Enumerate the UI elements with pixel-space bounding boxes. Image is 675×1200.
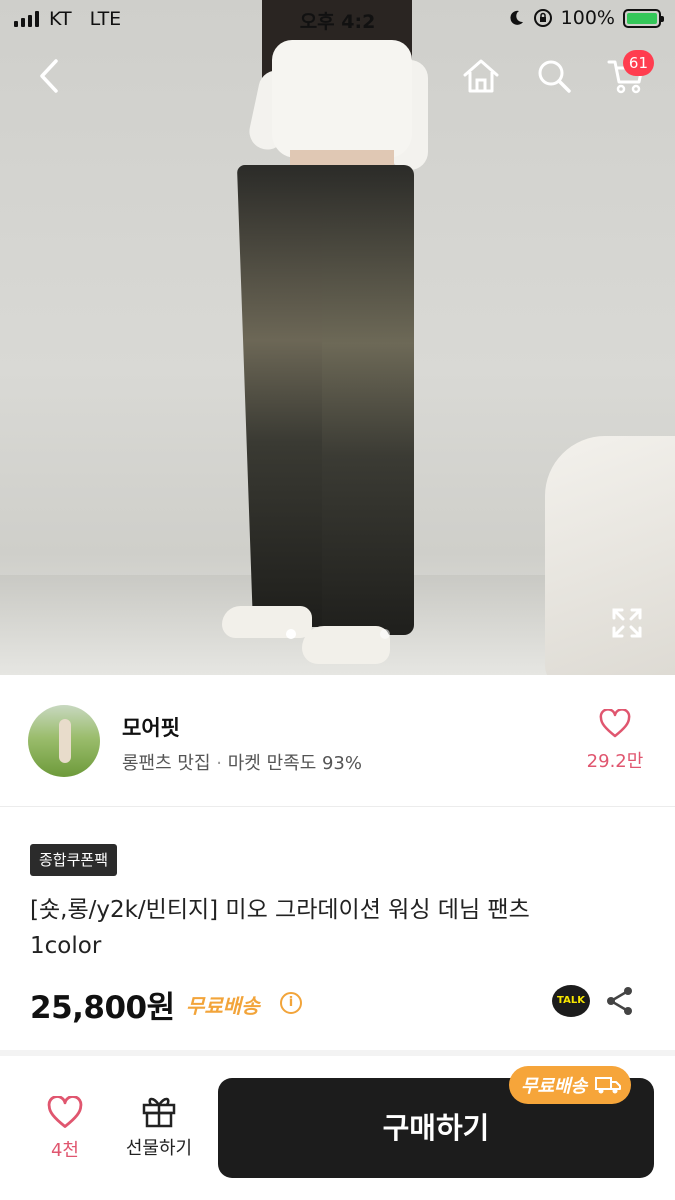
gallery-indicator xyxy=(0,629,675,639)
store-like-count: 29.2만 xyxy=(586,751,644,772)
expand-icon[interactable] xyxy=(610,606,644,640)
store-like-button[interactable]: 29.2만 xyxy=(583,709,647,773)
gift-label: 선물하기 xyxy=(125,1138,193,1159)
orientation-lock-icon xyxy=(533,9,552,27)
back-button[interactable] xyxy=(26,52,74,100)
seller-avatar[interactable] xyxy=(28,705,100,777)
product-like-button[interactable]: 4천 xyxy=(30,1096,100,1162)
product-title: [숏,롱/y2k/빈티지] 미오 그라데이션 워싱 데님 팬츠 1color xyxy=(30,892,650,964)
free-shipping-badge-label: 무료배송 xyxy=(521,1076,588,1097)
status-right: 100% xyxy=(507,7,664,29)
cart-count-badge: 61 xyxy=(622,50,654,76)
battery-percent: 100% xyxy=(560,7,615,29)
battery-icon xyxy=(623,8,664,28)
heart-icon xyxy=(599,709,631,738)
truck-icon xyxy=(595,1077,622,1094)
gallery-dot[interactable] xyxy=(379,629,390,639)
info-icon[interactable]: i xyxy=(280,992,302,1014)
gift-icon xyxy=(142,1097,176,1128)
home-button[interactable] xyxy=(457,52,505,100)
product-title-line: 1color xyxy=(30,933,102,959)
free-shipping-label: 무료배송 xyxy=(186,994,260,1018)
gallery-dot-active[interactable] xyxy=(285,629,296,639)
free-shipping-badge: 무료배송 xyxy=(509,1066,632,1104)
cart-button[interactable]: 61 xyxy=(602,50,654,100)
photo-jeans-leg xyxy=(322,165,414,635)
seller-satisfaction: 마켓 만족도 93% xyxy=(227,753,362,774)
product-price: 25,800원 xyxy=(30,990,175,1026)
heart-icon xyxy=(47,1096,83,1128)
kakao-talk-icon[interactable]: TALK xyxy=(552,985,590,1017)
gift-button[interactable]: 선물하기 xyxy=(116,1094,202,1160)
seller-category: 롱팬츠 맛집 xyxy=(122,753,211,774)
share-icon[interactable] xyxy=(604,985,636,1017)
product-title-line: [숏,롱/y2k/빈티지] 미오 그라데이션 워싱 데님 팬츠 xyxy=(30,897,530,923)
coupon-tag[interactable]: 종합쿠폰팩 xyxy=(30,844,118,876)
seller-name[interactable]: 모어핏 xyxy=(122,712,180,742)
search-button[interactable] xyxy=(530,52,578,100)
moon-icon xyxy=(510,10,523,25)
search-icon xyxy=(538,60,571,93)
status-bar: KT LTE 오후 4:2 100% xyxy=(0,0,675,36)
product-like-count: 4천 xyxy=(50,1140,79,1161)
home-icon xyxy=(463,59,499,93)
avatar-figure xyxy=(59,719,71,763)
seller-separator: · xyxy=(216,753,222,774)
seller-subtitle: 롱팬츠 맛집 · 마켓 만족도 93% xyxy=(122,749,362,775)
seller-row[interactable]: 모어핏 롱팬츠 맛집 · 마켓 만족도 93% 29.2만 xyxy=(0,675,675,807)
product-photo[interactable] xyxy=(0,0,675,675)
photo-model-top xyxy=(272,40,412,158)
back-chevron-icon xyxy=(40,59,58,93)
